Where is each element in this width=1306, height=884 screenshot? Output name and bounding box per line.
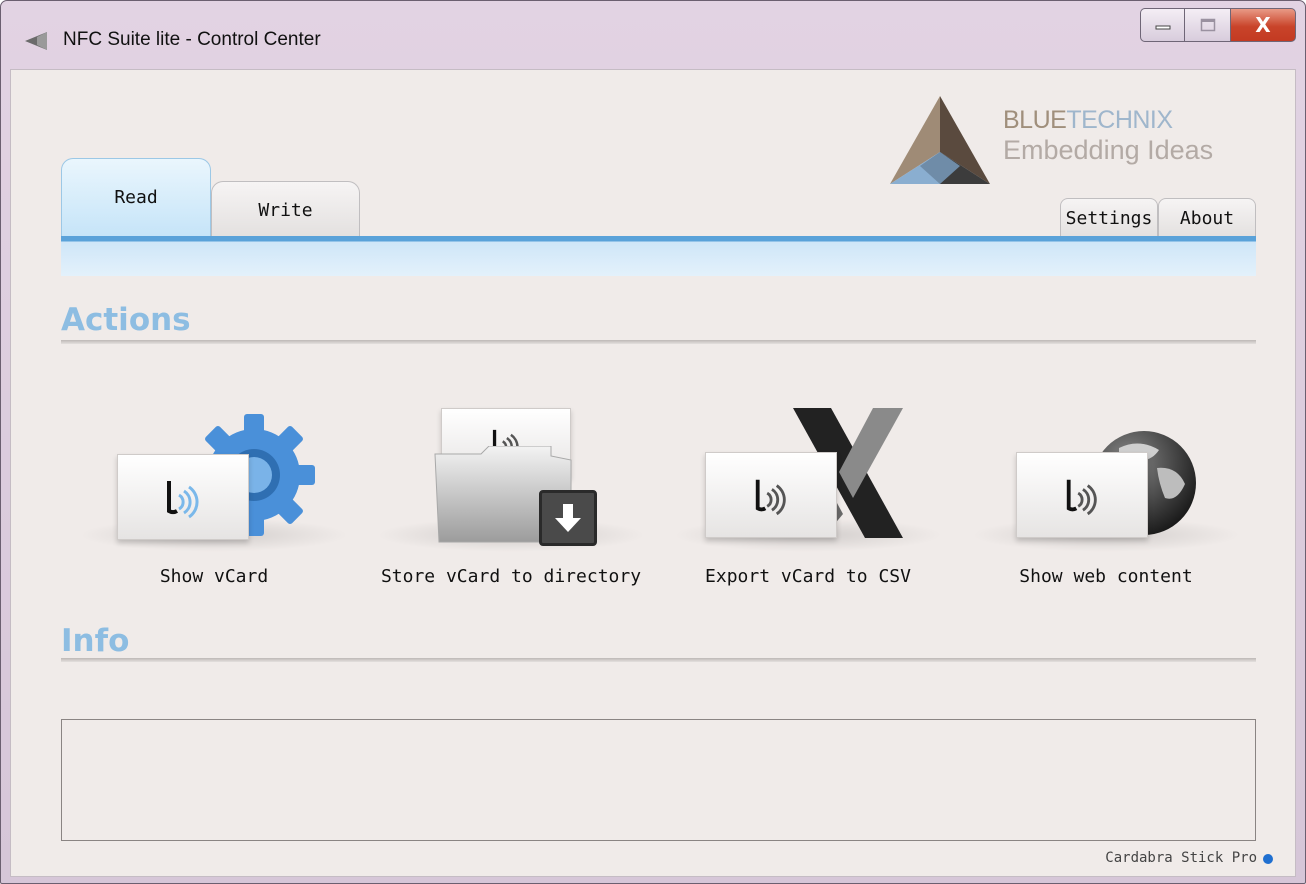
tab-settings[interactable]: Settings xyxy=(1060,198,1158,238)
show-web-content-label: Show web content xyxy=(1019,566,1193,587)
export-vcard-label: Export vCard to CSV xyxy=(705,566,911,587)
maximize-button[interactable] xyxy=(1184,8,1230,42)
nfc-card xyxy=(1016,452,1148,538)
store-vcard-action[interactable]: Store vCard to directory xyxy=(366,406,656,606)
minimize-icon xyxy=(1155,25,1170,30)
tab-read[interactable]: Read xyxy=(61,158,211,238)
actions-divider xyxy=(61,340,1256,344)
nfc-card xyxy=(117,454,249,540)
window-title: NFC Suite lite - Control Center xyxy=(63,29,321,50)
store-vcard-artwork xyxy=(366,406,656,556)
tab-about[interactable]: About xyxy=(1158,198,1256,238)
info-divider xyxy=(61,658,1256,662)
tab-write[interactable]: Write xyxy=(211,181,360,238)
minimize-button[interactable] xyxy=(1140,8,1184,42)
title-bar[interactable]: NFC Suite lite - Control Center X xyxy=(1,1,1305,71)
export-vcard-action[interactable]: Export vCard to CSV xyxy=(663,406,953,606)
pyramid-logo-icon xyxy=(890,96,990,184)
device-status-text: Cardabra Stick Pro xyxy=(1105,850,1257,866)
device-status-indicator xyxy=(1263,854,1273,864)
close-button[interactable]: X xyxy=(1230,8,1296,42)
maximize-icon xyxy=(1200,18,1215,32)
info-heading: Info xyxy=(61,623,130,659)
tab-header-band xyxy=(61,236,1256,276)
actions-heading: Actions xyxy=(61,302,191,338)
show-web-content-action[interactable]: Show web content xyxy=(961,406,1251,606)
close-icon: X xyxy=(1255,13,1271,37)
bluetechnix-logo: BLUETECHNIX Embedding Ideas xyxy=(885,94,1245,190)
nfc-icon xyxy=(755,479,786,516)
show-vcard-artwork xyxy=(69,406,359,556)
nfc-icon xyxy=(1066,479,1097,516)
show-vcard-label: Show vCard xyxy=(159,566,269,587)
app-window: NFC Suite lite - Control Center X BLUETE… xyxy=(0,0,1306,884)
logo-brand: BLUETECHNIX xyxy=(1003,106,1173,134)
show-web-content-artwork xyxy=(961,406,1251,556)
store-vcard-label: Store vCard to directory xyxy=(380,566,642,587)
show-vcard-action[interactable]: Show vCard xyxy=(69,406,359,606)
info-text-area[interactable] xyxy=(61,719,1256,841)
window-controls: X xyxy=(1140,8,1296,42)
logo-tagline: Embedding Ideas xyxy=(1003,135,1214,165)
client-area: BLUETECHNIX Embedding Ideas Read Write S… xyxy=(10,69,1296,877)
app-icon xyxy=(23,30,49,56)
download-icon xyxy=(539,490,597,546)
nfc-card xyxy=(705,452,837,538)
export-vcard-artwork xyxy=(663,406,953,556)
nfc-icon xyxy=(167,481,199,519)
